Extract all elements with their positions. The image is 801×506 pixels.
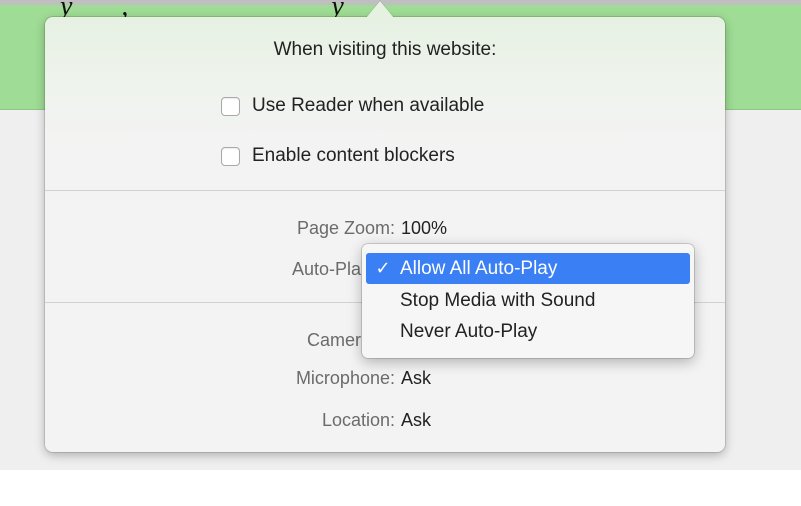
reader-checkbox-row[interactable]: Use Reader when available — [221, 95, 484, 117]
menu-item-stop-media-with-sound[interactable]: Stop Media with Sound — [366, 285, 690, 316]
auto-play-dropdown-menu[interactable]: ✓ Allow All Auto-Play Stop Media with So… — [362, 244, 694, 358]
location-label: Location: — [321, 410, 395, 430]
page-footer-area — [0, 470, 801, 506]
location-value[interactable]: Ask — [401, 410, 431, 431]
reader-checkbox-label[interactable]: Use Reader when available — [252, 95, 484, 117]
menu-item-never-auto-play[interactable]: Never Auto-Play — [366, 316, 690, 347]
menu-item-label: Never Auto-Play — [400, 320, 538, 342]
microphone-value[interactable]: Ask — [401, 368, 431, 389]
menu-item-label: Stop Media with Sound — [400, 289, 596, 311]
content-blockers-checkbox-row[interactable]: Enable content blockers — [221, 145, 455, 167]
page-zoom-value[interactable]: 100% — [401, 218, 447, 239]
menu-item-allow-all-auto-play[interactable]: ✓ Allow All Auto-Play — [366, 253, 690, 284]
menu-item-label: Allow All Auto-Play — [400, 257, 558, 279]
popover-arrow — [366, 1, 394, 18]
website-settings-popover: When visiting this website: Use Reader w… — [45, 1, 725, 452]
auto-play-label: Auto-Pla — [291, 259, 361, 279]
browser-viewport: y , y When visiting this website: Use Re… — [0, 0, 801, 506]
content-blockers-checkbox[interactable] — [221, 146, 240, 166]
page-zoom-label: Page Zoom: — [296, 218, 395, 238]
separator — [45, 190, 725, 191]
content-blockers-checkbox-label[interactable]: Enable content blockers — [252, 145, 455, 167]
camera-label: Camer — [306, 330, 361, 350]
checkmark-icon: ✓ — [375, 258, 391, 278]
popover-title: When visiting this website: — [273, 39, 497, 60]
microphone-label: Microphone: — [295, 368, 395, 388]
reader-checkbox[interactable] — [221, 96, 240, 116]
